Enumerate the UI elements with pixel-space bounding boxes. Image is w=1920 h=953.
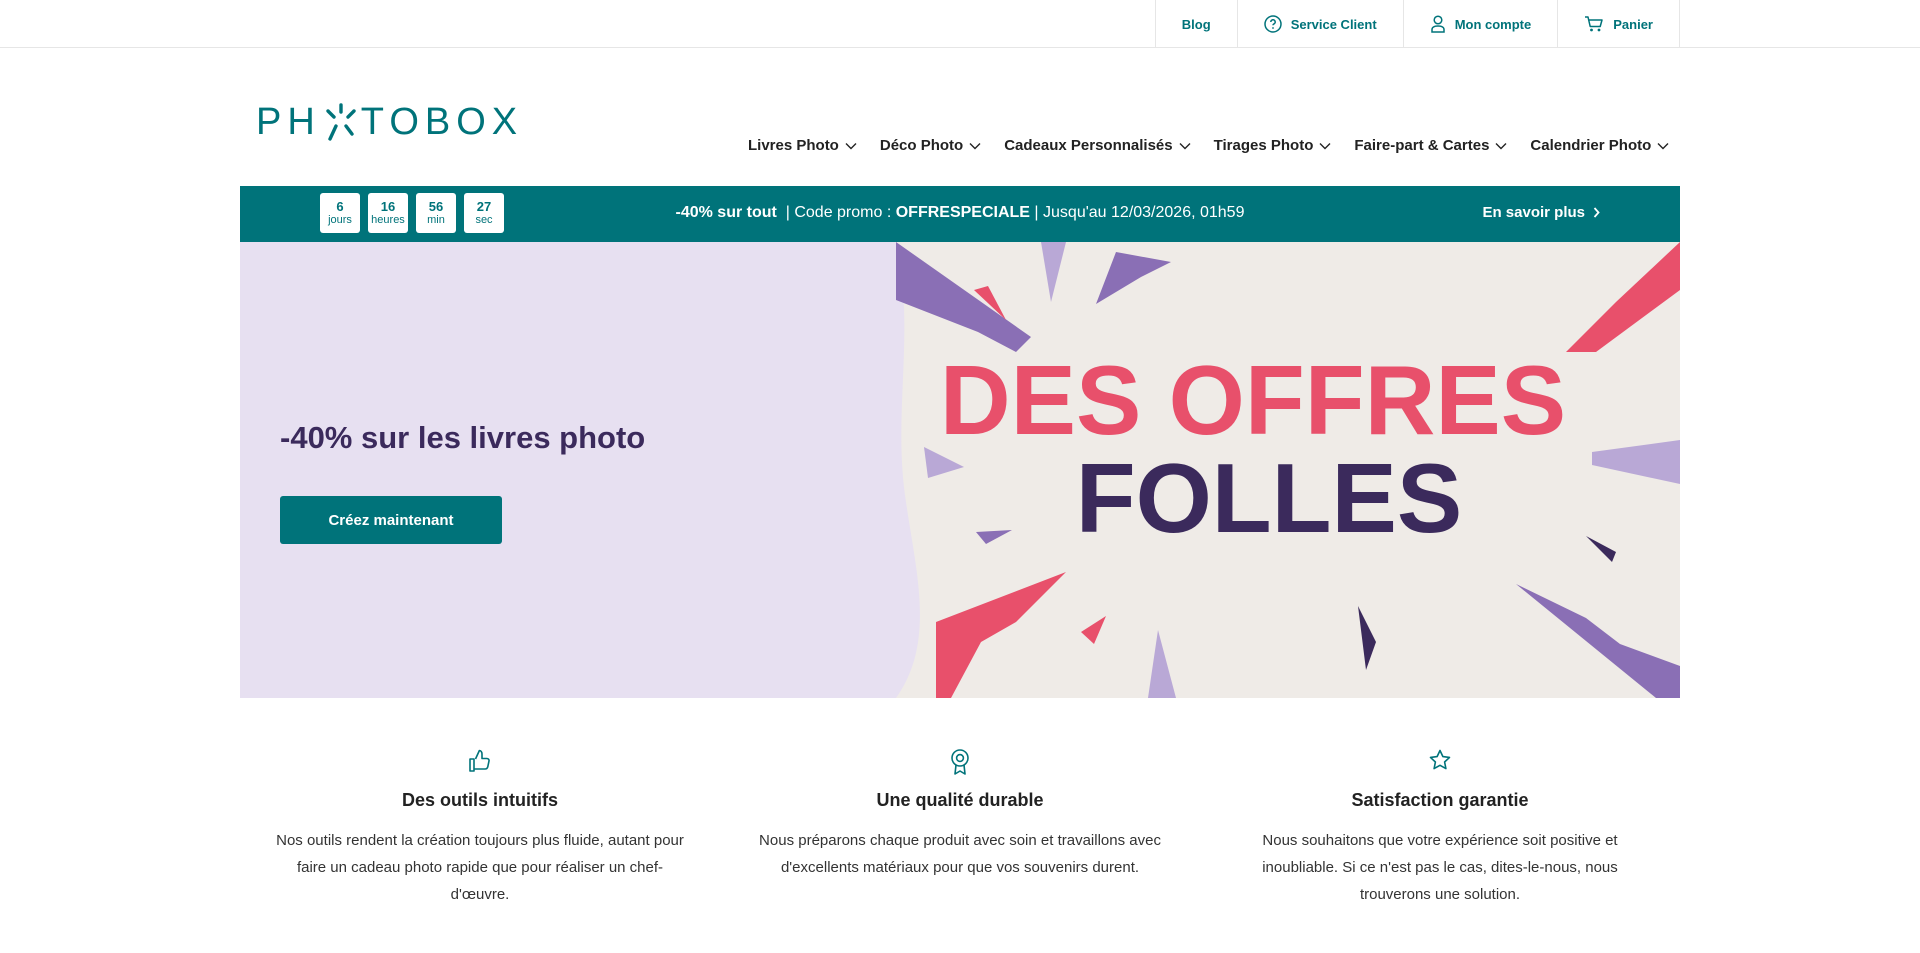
logo-text-left: PH: [256, 100, 321, 143]
nav-label: Livres Photo: [748, 137, 839, 154]
feature-title: Des outils intuitifs: [401, 790, 558, 810]
nav-label: Cadeaux Personnalisés: [1004, 137, 1173, 154]
blog-label: Blog: [1181, 16, 1211, 32]
art-line1: DES OFFRES: [940, 345, 1566, 455]
award-badge-icon: [951, 749, 969, 775]
utility-bar: Blog Service Client Mon compte Panier: [0, 0, 1920, 48]
promo-headline: -40% sur tout: [675, 204, 777, 221]
feature-text: Nous préparons chaque produit avec soin …: [759, 832, 1161, 876]
chevron-down-icon: [1495, 142, 1507, 149]
nav-livres-photo[interactable]: Livres Photo: [748, 137, 857, 154]
help-circle-icon: [1263, 15, 1282, 33]
promo-code: OFFRESPECIALE: [895, 204, 1030, 221]
logo-text-right: TOBOX: [360, 100, 524, 143]
promo-banner: 6 jours 16 heures 56 min 27 sec -40% sur…: [240, 186, 1680, 242]
promo-deadline: | Jusqu'au 12/03/2026, 01h59: [1034, 204, 1245, 221]
main-nav: Livres Photo Déco Photo Cadeaux Personna…: [748, 137, 1692, 154]
nav-deco-photo[interactable]: Déco Photo: [880, 137, 981, 154]
chevron-down-icon: [1319, 142, 1331, 149]
feature-title: Satisfaction garantie: [1351, 790, 1529, 810]
feature-text: Nos outils rendent la création toujours …: [276, 832, 684, 903]
thumbs-up-icon: [469, 749, 490, 772]
features-section: Des outils intuitifs Nos outils rendent …: [240, 748, 1680, 908]
user-icon: [1430, 15, 1445, 33]
nav-label: Tirages Photo: [1213, 137, 1314, 154]
hero-banner: -40% sur les livres photo Créez maintena…: [240, 242, 1680, 698]
nav-calendrier[interactable]: Calendrier Photo: [1530, 137, 1669, 154]
account-link[interactable]: Mon compte: [1404, 0, 1559, 48]
photobox-logo[interactable]: PH TOBOX: [256, 100, 523, 144]
cart-link[interactable]: Panier: [1558, 0, 1680, 48]
nav-cadeaux[interactable]: Cadeaux Personnalisés: [1004, 137, 1191, 154]
cart-icon: [1585, 16, 1603, 32]
nav-label: Faire-part & Cartes: [1354, 137, 1490, 154]
nav-label: Déco Photo: [879, 137, 964, 154]
logo-burst-icon: [326, 103, 356, 141]
hero-artwork: DES OFFRES FOLLES: [896, 242, 1680, 698]
feature-satisfaction: Satisfaction garantie Nous souhaitons qu…: [1200, 748, 1680, 908]
chevron-down-icon: [845, 142, 857, 149]
promo-message: -40% sur tout | Code promo : OFFRESPECIA…: [240, 204, 1680, 222]
cart-label: Panier: [1613, 16, 1653, 32]
promo-link-label: En savoir plus: [1482, 204, 1585, 221]
feature-durable-quality: Une qualité durable Nous préparons chaqu…: [720, 748, 1200, 908]
account-label: Mon compte: [1454, 16, 1532, 32]
create-now-button[interactable]: Créez maintenant: [280, 496, 502, 544]
nav-label: Calendrier Photo: [1530, 137, 1652, 154]
service-client-label: Service Client: [1290, 16, 1377, 32]
feature-intuitive-tools: Des outils intuitifs Nos outils rendent …: [240, 748, 720, 908]
promo-code-label: | Code promo :: [785, 204, 892, 221]
feature-text: Nous souhaitons que votre expérience soi…: [1262, 832, 1618, 903]
blog-link[interactable]: Blog: [1156, 0, 1238, 48]
service-client-link[interactable]: Service Client: [1238, 0, 1404, 48]
chevron-down-icon: [969, 142, 981, 149]
utility-nav: Blog Service Client Mon compte Panier: [1154, 0, 1680, 48]
nav-tirages-photo[interactable]: Tirages Photo: [1214, 137, 1332, 154]
chevron-down-icon: [1657, 142, 1669, 149]
star-icon: [1429, 749, 1451, 770]
hero-title: -40% sur les livres photo: [280, 420, 646, 455]
chevron-down-icon: [1179, 142, 1191, 149]
chevron-right-icon: [1593, 207, 1600, 218]
nav-faire-part[interactable]: Faire-part & Cartes: [1354, 137, 1507, 154]
feature-title: Une qualité durable: [876, 790, 1044, 810]
promo-learn-more-link[interactable]: En savoir plus: [1482, 204, 1600, 221]
art-line2: FOLLES: [1076, 443, 1463, 553]
